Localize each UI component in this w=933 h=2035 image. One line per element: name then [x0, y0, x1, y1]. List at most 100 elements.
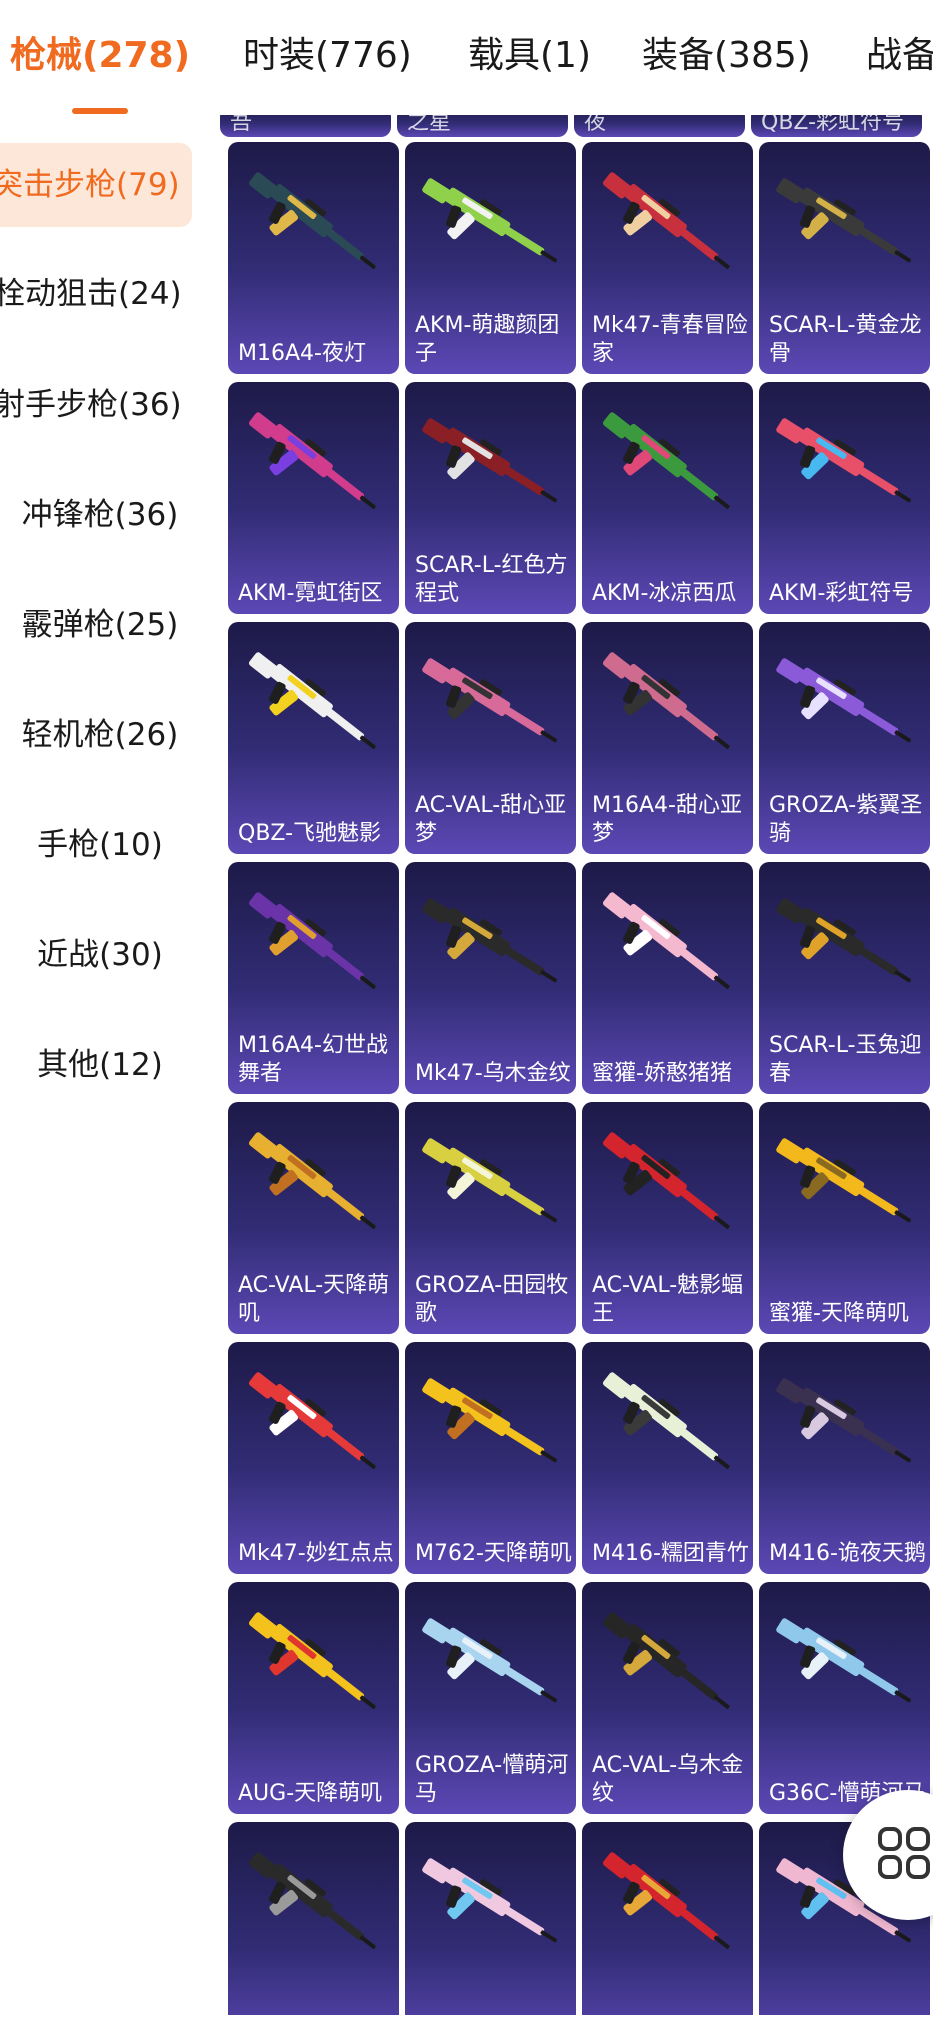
- skin-name: AKM-彩虹符号: [769, 581, 914, 606]
- weapon-image: [422, 1378, 558, 1463]
- skin-card[interactable]: SCAR-L-黄金龙骨: [759, 142, 930, 374]
- skin-card[interactable]: SCAR-L-玉兔迎春: [759, 862, 930, 1094]
- weapon-image: [422, 898, 558, 983]
- skin-name: GROZA-紫翼圣骑: [769, 793, 923, 846]
- skin-card[interactable]: G36C-懵萌河马: [759, 1582, 930, 1814]
- weapon-image: [248, 412, 376, 510]
- weapon-image: [776, 1138, 912, 1223]
- skin-name: GROZA-懵萌河马: [415, 1753, 569, 1806]
- skin-card[interactable]: 蜜獾-娇憨猪猪: [582, 862, 753, 1094]
- skin-name: AKM-冰凉西瓜: [592, 581, 737, 606]
- skin-name: M16A4-夜灯: [238, 341, 366, 366]
- skin-name: M416-糯团青竹: [592, 1541, 749, 1566]
- skin-card[interactable]: [582, 1822, 753, 2035]
- weapon-image: [602, 172, 730, 270]
- skin-card[interactable]: AKM-霓虹街区: [228, 382, 399, 614]
- sidebar-item-assault-rifle[interactable]: 突击步枪(79): [0, 143, 192, 227]
- weapon-image: [776, 1618, 912, 1703]
- skin-card[interactable]: SCAR-L-甜蜜: [405, 1822, 576, 2035]
- weapon-image: [248, 892, 376, 990]
- skin-name: SCAR-L-玉兔迎春: [769, 1033, 922, 1086]
- tab-vehicles[interactable]: 载具(1): [468, 28, 591, 84]
- tab-guns[interactable]: 枪械(278): [10, 28, 190, 84]
- weapon-image: [422, 658, 558, 743]
- weapon-image: [248, 1372, 376, 1470]
- sidebar-item-other[interactable]: 其他(12): [0, 1023, 200, 1107]
- weapon-image: [248, 1132, 376, 1230]
- tab-equipment[interactable]: 装备(385): [642, 28, 811, 84]
- skin-name: AC-VAL-天降萌叽: [238, 1273, 390, 1326]
- weapon-image: [776, 1378, 912, 1463]
- weapon-image: [248, 1852, 376, 1950]
- bottom-edge: [0, 2015, 933, 2035]
- skin-name: Mk47-妙红点点: [238, 1541, 394, 1566]
- tab-supplies[interactable]: 战备: [866, 28, 933, 84]
- skin-card[interactable]: AC-VAL-天降萌叽: [228, 1102, 399, 1334]
- skin-card[interactable]: M16A4-幻世战舞者: [228, 862, 399, 1094]
- sidebar-item-pistol[interactable]: 手枪(10): [0, 803, 200, 887]
- skin-name: 夜: [584, 115, 607, 135]
- skin-card[interactable]: M416-诡夜天鹅: [759, 1342, 930, 1574]
- skin-name: M762-天降萌叽: [415, 1541, 572, 1566]
- skin-name: QBZ-彩虹符号: [761, 115, 905, 135]
- skin-card[interactable]: Mk47-青春冒险家: [582, 142, 753, 374]
- skin-card[interactable]: AC-VAL-甜心亚梦: [405, 622, 576, 854]
- sidebar-item-smg[interactable]: 冲锋枪(36): [0, 473, 200, 557]
- weapon-image: [602, 892, 730, 990]
- sidebar-item-lmg[interactable]: 轻机枪(26): [0, 693, 200, 777]
- skin-card[interactable]: AUG-天降萌叽: [228, 1582, 399, 1814]
- skin-card-partial[interactable]: 吾: [220, 115, 391, 137]
- skin-card[interactable]: M416-糯团青竹: [582, 1342, 753, 1574]
- skin-name: AKM-萌趣颜团子: [415, 313, 560, 366]
- grid-menu-icon: [878, 1827, 930, 1879]
- skin-card[interactable]: GROZA-懵萌河马: [405, 1582, 576, 1814]
- skin-card[interactable]: AC-VAL-魅影蝠王: [582, 1102, 753, 1334]
- skin-name: 蜜獾-娇憨猪猪: [592, 1061, 732, 1086]
- weapon-image: [422, 1618, 558, 1703]
- skin-card[interactable]: QBZ-飞驰魅影: [228, 622, 399, 854]
- skin-name: M16A4-幻世战舞者: [238, 1033, 388, 1086]
- skin-card[interactable]: M16A4-夜灯: [228, 142, 399, 374]
- weapon-image: [602, 412, 730, 510]
- sidebar-item-shotgun[interactable]: 霰弹枪(25): [0, 583, 200, 667]
- skin-card-partial[interactable]: QBZ-彩虹符号: [751, 115, 922, 137]
- skin-card[interactable]: AKM-彩虹符号: [759, 382, 930, 614]
- weapon-image: [776, 898, 912, 983]
- weapon-image: [248, 1612, 376, 1710]
- skin-card[interactable]: GROZA-紫翼圣骑: [759, 622, 930, 854]
- skin-card[interactable]: Mk47-妙红点点: [228, 1342, 399, 1574]
- skin-card[interactable]: Mk47-乌木金纹: [405, 862, 576, 1094]
- skin-card-partial[interactable]: 夜: [574, 115, 745, 137]
- skin-card[interactable]: AC-VAL-乌木金纹: [582, 1582, 753, 1814]
- skin-card-partial[interactable]: 之星: [397, 115, 568, 137]
- weapon-image: [776, 418, 912, 503]
- weapon-image: [602, 652, 730, 750]
- skin-name: GROZA-田园牧歌: [415, 1273, 569, 1326]
- weapon-image: [422, 418, 558, 503]
- weapon-category-sidebar: 突击步枪(79) 栓动狙击(24) 射手步枪(36) 冲锋枪(36) 霰弹枪(2…: [0, 115, 210, 2035]
- skin-card[interactable]: GROZA-田园牧歌: [405, 1102, 576, 1334]
- skin-grid: M16A4-夜灯 AKM-萌趣颜团子 Mk47-青春冒险家 SCAR-L-黄金龙骨 AK…: [228, 142, 930, 2035]
- active-tab-indicator: [72, 108, 128, 114]
- skin-card[interactable]: M16A4-甜心亚梦: [582, 622, 753, 854]
- weapon-image: [422, 1138, 558, 1223]
- skin-card[interactable]: SCAR-L-幽秘: [228, 1822, 399, 2035]
- skin-card[interactable]: SCAR-L-红色方程式: [405, 382, 576, 614]
- weapon-image: [602, 1852, 730, 1950]
- sidebar-item-bolt-sniper[interactable]: 栓动狙击(24): [0, 252, 194, 336]
- previous-row-strip: 吾 之星 夜 QBZ-彩虹符号: [220, 115, 922, 137]
- skin-card[interactable]: AKM-冰凉西瓜: [582, 382, 753, 614]
- skin-name: AUG-天降萌叽: [238, 1781, 383, 1806]
- skin-name: 之星: [407, 115, 452, 135]
- sidebar-item-marksman-rifle[interactable]: 射手步枪(36): [0, 363, 194, 447]
- weapon-image: [248, 172, 376, 270]
- skin-grid-viewport[interactable]: M16A4-夜灯 AKM-萌趣颜团子 Mk47-青春冒险家 SCAR-L-黄金龙骨 AK…: [220, 115, 933, 2035]
- skin-name: SCAR-L-黄金龙骨: [769, 313, 922, 366]
- skin-name: M16A4-甜心亚梦: [592, 793, 742, 846]
- category-tabs: 枪械(278) 时装(776) 载具(1) 装备(385) 战备: [0, 0, 933, 115]
- sidebar-item-melee[interactable]: 近战(30): [0, 913, 200, 997]
- skin-card[interactable]: 蜜獾-天降萌叽: [759, 1102, 930, 1334]
- skin-card[interactable]: AKM-萌趣颜团子: [405, 142, 576, 374]
- skin-card[interactable]: M762-天降萌叽: [405, 1342, 576, 1574]
- tab-outfits[interactable]: 时装(776): [243, 28, 412, 84]
